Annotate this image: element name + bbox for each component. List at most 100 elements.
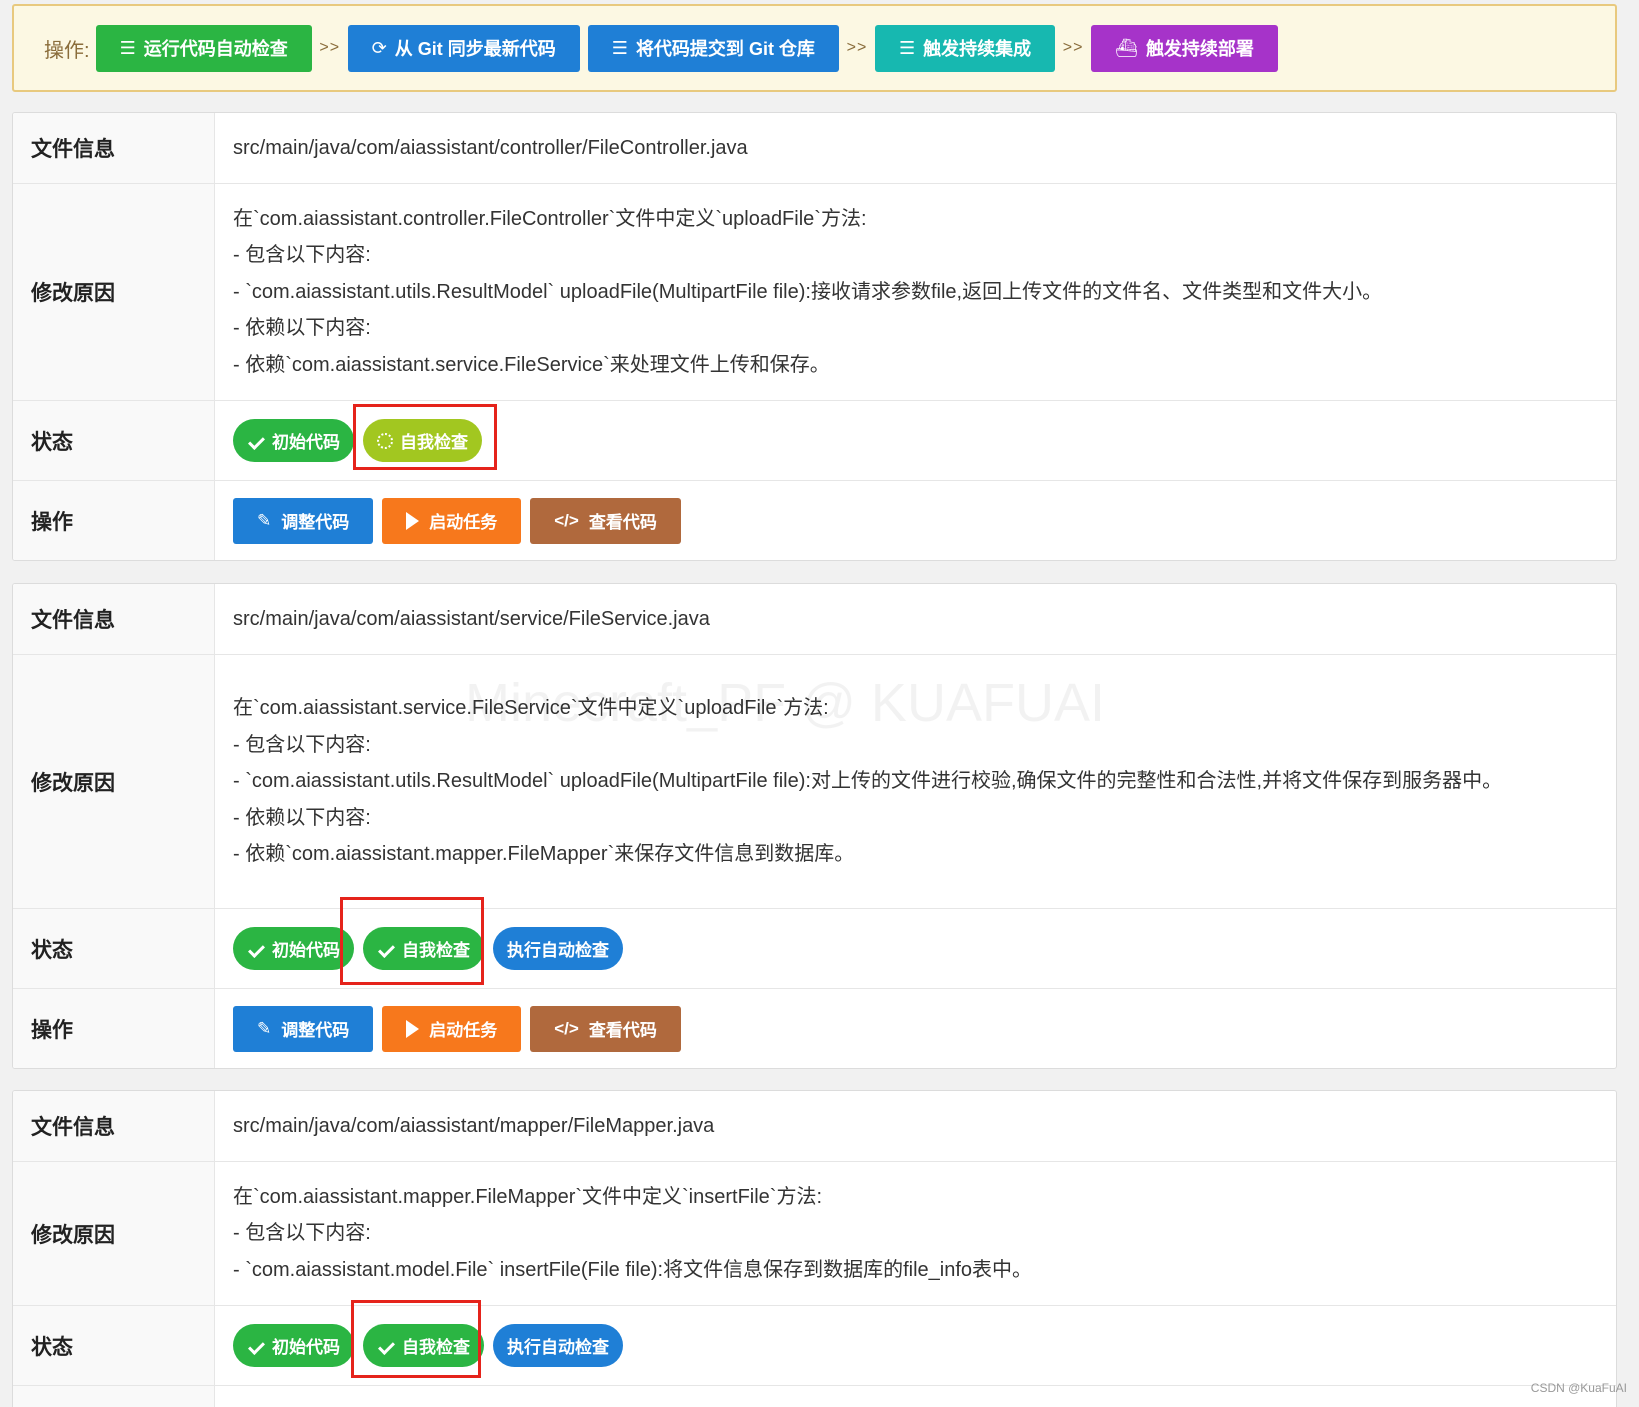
list-check-icon: ☰ xyxy=(898,37,916,58)
view-code-button[interactable]: </> 查看代码 xyxy=(530,1005,681,1052)
highlight-box xyxy=(353,404,497,470)
operations-row xyxy=(13,1385,1616,1407)
initial-code-badge[interactable]: 初始代码 xyxy=(233,927,354,970)
view-code-label: 查看代码 xyxy=(588,513,657,532)
initial-code-text: 初始代码 xyxy=(272,1338,340,1357)
file-info-label: 文件信息 xyxy=(13,584,215,654)
reason-row: 修改原因 在`com.aiassistant.controller.FileCo… xyxy=(13,183,1616,400)
status-row: 状态 初始代码 自我检查 执行自动检查 xyxy=(13,908,1616,988)
toolbar-label: 操作: xyxy=(44,39,90,62)
adjust-code-label: 调整代码 xyxy=(281,1021,350,1040)
run-auto-check-label: 运行代码自动检查 xyxy=(143,39,288,59)
view-code-button[interactable]: </> 查看代码 xyxy=(530,497,681,544)
file-path: src/main/java/com/aiassistant/controller… xyxy=(233,136,748,159)
trigger-ci-label: 触发持续集成 xyxy=(923,39,1032,59)
list-check-icon: ☰ xyxy=(119,37,136,58)
check-icon xyxy=(248,1338,265,1355)
run-auto-check-badge[interactable]: 执行自动检查 xyxy=(493,927,623,970)
file-path: src/main/java/com/aiassistant/service/Fi… xyxy=(233,607,710,630)
reason-line: 在`com.aiassistant.controller.FileControl… xyxy=(233,207,867,230)
highlight-box xyxy=(340,897,484,985)
git-sync-button[interactable]: ⟳ 从 Git 同步最新代码 xyxy=(347,24,580,72)
file-card: 文件信息 src/main/java/com/aiassistant/contr… xyxy=(12,112,1617,561)
adjust-code-label: 调整代码 xyxy=(281,513,350,532)
trigger-cd-label: 触发持续部署 xyxy=(1145,39,1254,59)
adjust-code-button[interactable]: ✎ 调整代码 xyxy=(233,497,374,544)
operation-buttons: ✎ 调整代码 启动任务 </> 查看代码 xyxy=(215,481,1616,560)
initial-code-text: 初始代码 xyxy=(272,433,340,452)
reason-line: - `com.aiassistant.utils.ResultModel` up… xyxy=(233,770,1503,793)
reason-line: - 包含以下内容: xyxy=(233,1222,371,1245)
operations-row: 操作 ✎ 调整代码 启动任务 </> 查看代码 xyxy=(13,480,1616,560)
git-commit-button[interactable]: ☰ 将代码提交到 Git 仓库 xyxy=(587,24,839,72)
operations-label xyxy=(13,1386,215,1407)
trigger-cd-button[interactable]: ⛴ 触发持续部署 xyxy=(1091,24,1278,72)
file-info-label: 文件信息 xyxy=(13,113,215,183)
initial-code-badge[interactable]: 初始代码 xyxy=(233,419,354,462)
git-commit-label: 将代码提交到 Git 仓库 xyxy=(635,39,815,59)
docker-icon: ⛴ xyxy=(1115,37,1138,58)
reason-line: - 依赖以下内容: xyxy=(233,317,371,340)
initial-code-badge[interactable]: 初始代码 xyxy=(233,1324,354,1367)
start-task-label: 启动任务 xyxy=(429,1021,498,1040)
reason-label: 修改原因 xyxy=(13,655,215,908)
reason-line: - 依赖`com.aiassistant.service.FileService… xyxy=(233,353,830,376)
file-info-row: 文件信息 src/main/java/com/aiassistant/servi… xyxy=(13,584,1616,654)
trigger-ci-button[interactable]: ☰ 触发持续集成 xyxy=(874,24,1056,72)
code-icon: </> xyxy=(554,1018,579,1038)
play-icon xyxy=(406,1019,420,1038)
edit-icon: ✎ xyxy=(257,510,272,530)
operations-label: 操作 xyxy=(13,481,215,560)
watermark: Minecraft_PF @ KUAFUAI xyxy=(465,673,1105,733)
operations-label: 操作 xyxy=(13,989,215,1068)
initial-code-text: 初始代码 xyxy=(272,941,340,960)
status-label: 状态 xyxy=(13,909,215,988)
file-info-label: 文件信息 xyxy=(13,1091,215,1161)
sync-icon: ⟳ xyxy=(371,37,387,58)
status-label: 状态 xyxy=(13,401,215,480)
adjust-code-button[interactable]: ✎ 调整代码 xyxy=(233,1005,374,1052)
reason-line: - 依赖以下内容: xyxy=(233,806,371,829)
start-task-button[interactable]: 启动任务 xyxy=(382,1005,522,1052)
check-icon xyxy=(248,941,265,958)
reason-line: - `com.aiassistant.utils.ResultModel` up… xyxy=(233,280,1383,303)
list-check-icon: ☰ xyxy=(611,37,628,58)
operation-buttons xyxy=(215,1386,1616,1407)
file-info-row: 文件信息 src/main/java/com/aiassistant/contr… xyxy=(13,113,1616,183)
edit-icon: ✎ xyxy=(257,1018,272,1038)
file-card: 文件信息 src/main/java/com/aiassistant/servi… xyxy=(12,583,1617,1069)
run-auto-check-text: 执行自动检查 xyxy=(507,941,609,960)
file-path: src/main/java/com/aiassistant/mapper/Fil… xyxy=(233,1114,715,1137)
highlight-box xyxy=(351,1300,481,1378)
check-icon xyxy=(248,433,265,450)
step-separator: >> xyxy=(319,39,341,56)
view-code-label: 查看代码 xyxy=(588,1021,657,1040)
reason-text: 在`com.aiassistant.mapper.FileMapper`文件中定… xyxy=(215,1162,1616,1305)
operations-row: 操作 ✎ 调整代码 启动任务 </> 查看代码 xyxy=(13,988,1616,1068)
reason-line: 在`com.aiassistant.mapper.FileMapper`文件中定… xyxy=(233,1185,823,1208)
operation-buttons: ✎ 调整代码 启动任务 </> 查看代码 xyxy=(215,989,1616,1068)
run-auto-check-badge[interactable]: 执行自动检查 xyxy=(493,1324,623,1367)
status-row: 状态 初始代码 自我检查 xyxy=(13,400,1616,480)
git-sync-label: 从 Git 同步最新代码 xyxy=(394,39,556,59)
status-row: 状态 初始代码 自我检查 执行自动检查 xyxy=(13,1305,1616,1385)
file-card: 文件信息 src/main/java/com/aiassistant/mappe… xyxy=(12,1090,1617,1407)
start-task-button[interactable]: 启动任务 xyxy=(382,497,522,544)
reason-line: - 包含以下内容: xyxy=(233,244,371,267)
play-icon xyxy=(406,511,420,530)
reason-label: 修改原因 xyxy=(13,1162,215,1305)
operations-toolbar: 操作: ☰ 运行代码自动检查 >> ⟳ 从 Git 同步最新代码 ☰ 将代码提交… xyxy=(12,4,1617,92)
reason-row: 修改原因 在`com.aiassistant.mapper.FileMapper… xyxy=(13,1161,1616,1305)
step-separator: >> xyxy=(1062,39,1084,56)
reason-text: 在`com.aiassistant.controller.FileControl… xyxy=(215,184,1616,400)
reason-label: 修改原因 xyxy=(13,184,215,400)
run-auto-check-text: 执行自动检查 xyxy=(507,1338,609,1357)
reason-line: - `com.aiassistant.model.File` insertFil… xyxy=(233,1258,1033,1281)
file-info-row: 文件信息 src/main/java/com/aiassistant/mappe… xyxy=(13,1091,1616,1161)
run-auto-check-button[interactable]: ☰ 运行代码自动检查 xyxy=(95,24,312,72)
reason-line: - 包含以下内容: xyxy=(233,733,371,756)
status-label: 状态 xyxy=(13,1306,215,1385)
reason-line: - 依赖`com.aiassistant.mapper.FileMapper`来… xyxy=(233,843,855,866)
step-separator: >> xyxy=(846,39,868,56)
credit-text: CSDN @KuaFuAI xyxy=(1530,1381,1627,1395)
